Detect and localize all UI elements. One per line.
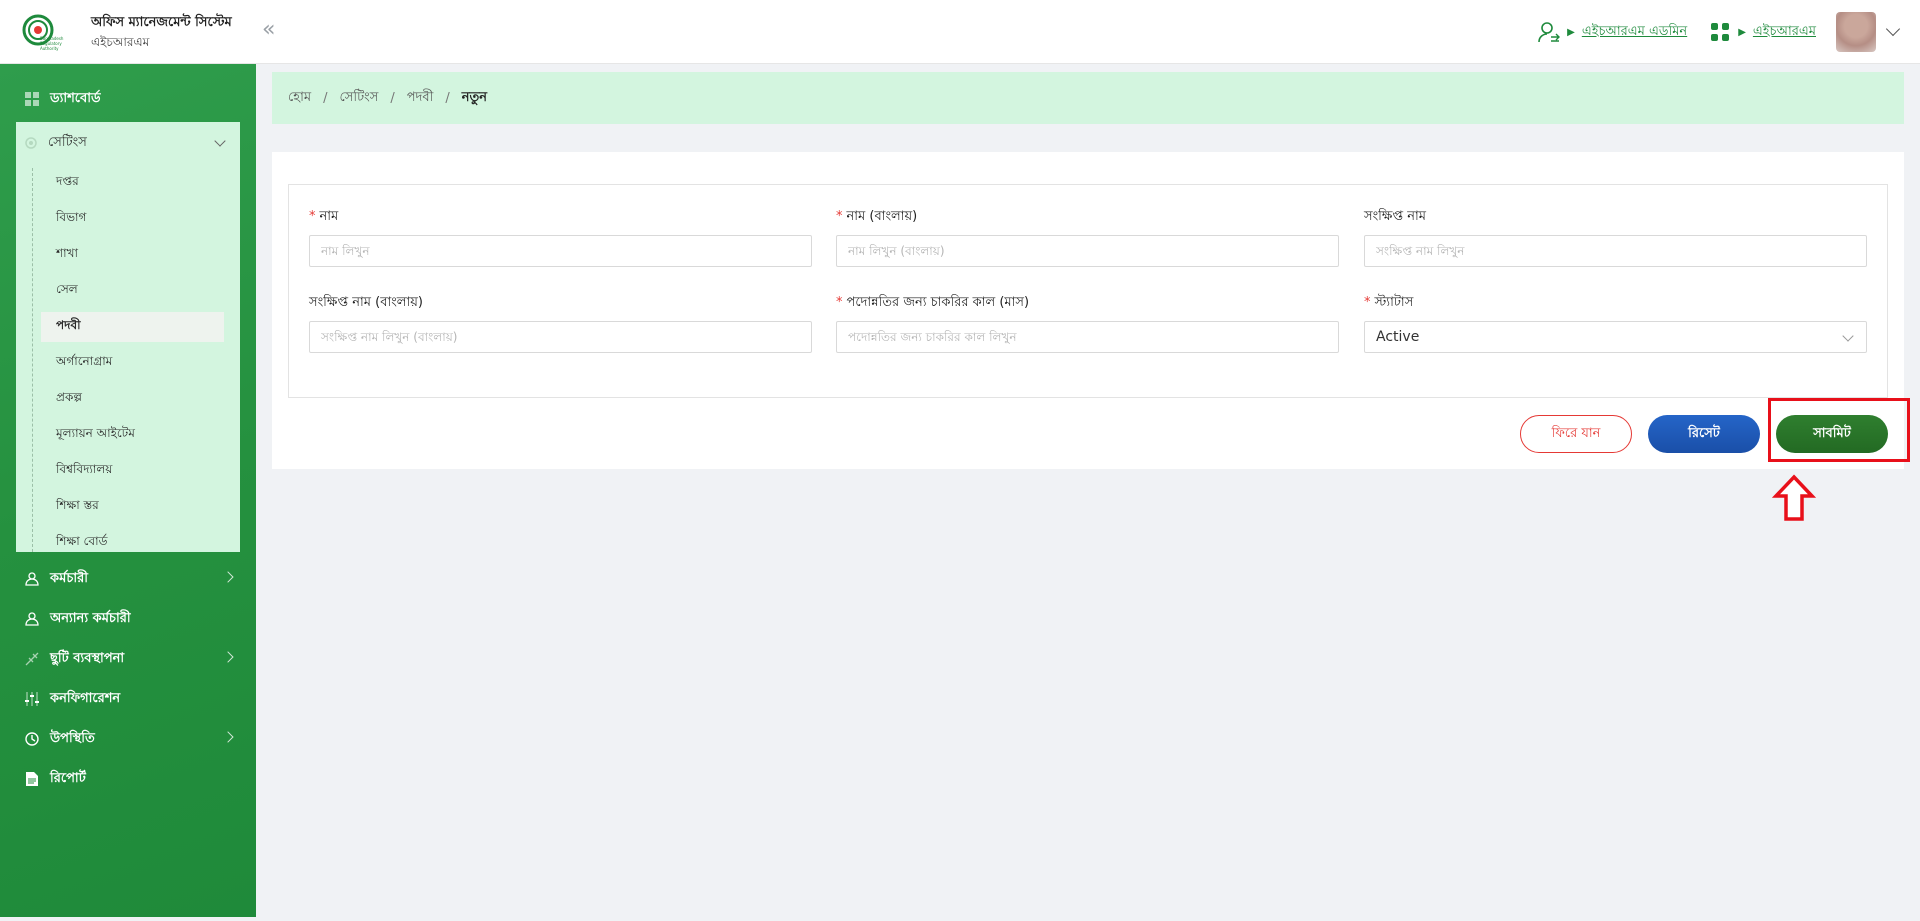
organization-logo[interactable]: Bangladesh Regulatory Authority bbox=[22, 12, 70, 52]
dashboard-icon bbox=[24, 91, 40, 107]
name-label: * নাম bbox=[309, 209, 339, 224]
sidebar-item-label: অন্যান্য কর্মচারী bbox=[50, 610, 131, 626]
sidebar-subitem[interactable]: শাখা bbox=[41, 240, 224, 270]
required-mark: * bbox=[1364, 295, 1371, 310]
short-name-bn-label: সংক্ষিপ্ত নাম (বাংলায়) bbox=[309, 295, 423, 310]
sidebar-subitem[interactable]: দপ্তর bbox=[41, 168, 224, 198]
sidebar-item-configuration[interactable]: কনফিগারেশন bbox=[24, 684, 236, 714]
sidebar-item-settings[interactable]: সেটিংস bbox=[24, 130, 232, 156]
sidebar-subitem[interactable]: মূল্যায়ন আইটেম bbox=[41, 420, 224, 450]
sidebar-item-label: উপস্থিতি bbox=[50, 730, 95, 746]
status-label: * স্ট্যাটাস bbox=[1364, 295, 1414, 310]
short-name-input[interactable] bbox=[1364, 235, 1867, 267]
promotion-period-input[interactable] bbox=[836, 321, 1339, 353]
designation-form: *নাম *নাম (বাংলায়) সংক্ষিপ্ত নাম সংক্ষি… bbox=[288, 184, 1888, 398]
name-input[interactable] bbox=[309, 235, 812, 267]
sidebar-item-label: কনফিগারেশন bbox=[50, 690, 121, 706]
sidebar-item-attendance[interactable]: উপস্থিতি bbox=[24, 724, 236, 754]
submenu-divider bbox=[32, 168, 33, 552]
back-button[interactable]: ফিরে যান bbox=[1520, 415, 1632, 453]
document-icon bbox=[24, 771, 40, 787]
sidebar: ড্যাশবোর্ড সেটিংস দপ্তর বিভাগ শাখা সেল প… bbox=[0, 64, 256, 917]
sidebar-item-employees[interactable]: কর্মচারী bbox=[24, 564, 236, 594]
sidebar-subitem[interactable]: শিক্ষা বোর্ড bbox=[41, 528, 224, 558]
users-icon bbox=[24, 571, 40, 587]
required-mark: * bbox=[836, 209, 843, 224]
status-select[interactable]: Active bbox=[1364, 321, 1867, 353]
breadcrumb-separator: / bbox=[445, 90, 450, 106]
clock-icon bbox=[24, 731, 40, 747]
chevron-down-icon bbox=[214, 135, 226, 147]
name-bn-label: * নাম (বাংলায়) bbox=[836, 209, 918, 224]
breadcrumb-separator: / bbox=[323, 90, 328, 106]
sidebar-subitem[interactable]: প্রকল্প bbox=[41, 384, 224, 414]
header-right: ▶ এইচআরএম এডমিন ▶ এইচআরএম bbox=[1536, 12, 1902, 52]
sidebar-item-leave[interactable]: ছুটি ব্যবস্থাপনা bbox=[24, 644, 236, 674]
sidebar-item-label: সেটিংস bbox=[48, 134, 87, 150]
required-mark: * bbox=[309, 209, 316, 224]
breadcrumb-designation[interactable]: পদবী bbox=[407, 88, 434, 109]
required-mark: * bbox=[836, 295, 843, 310]
form-card: *নাম *নাম (বাংলায়) সংক্ষিপ্ত নাম সংক্ষি… bbox=[272, 152, 1904, 469]
svg-text:Authority: Authority bbox=[40, 46, 59, 51]
up-arrow-annotation-icon bbox=[1772, 474, 1816, 521]
sidebar-item-label: কর্মচারী bbox=[50, 570, 88, 586]
promotion-period-label: * পদোন্নতির জন্য চাকরির কাল (মাস) bbox=[836, 295, 1030, 310]
module-link[interactable]: এইচআরএম bbox=[1753, 22, 1816, 43]
chevron-right-icon bbox=[222, 731, 234, 743]
sidebar-item-report[interactable]: রিপোর্ট bbox=[24, 764, 236, 794]
user-role-link[interactable]: এইচআরএম এডমিন bbox=[1582, 22, 1687, 43]
sliders-icon bbox=[24, 691, 40, 707]
sidebar-item-label: ড্যাশবোর্ড bbox=[50, 90, 101, 106]
breadcrumb-separator: / bbox=[390, 90, 395, 106]
sidebar-subitem[interactable]: বিভাগ bbox=[41, 204, 224, 234]
sidebar-subitem[interactable]: অর্গানোগ্রাম bbox=[41, 348, 224, 378]
short-name-label: সংক্ষিপ্ত নাম bbox=[1364, 209, 1426, 224]
sidebar-subitem-active[interactable]: পদবী bbox=[41, 312, 224, 342]
chevron-right-icon bbox=[222, 571, 234, 583]
plane-icon bbox=[24, 651, 40, 667]
status-select-value: Active bbox=[1376, 329, 1420, 345]
sidebar-item-dashboard[interactable]: ড্যাশবোর্ড bbox=[24, 84, 236, 114]
collapse-sidebar-icon[interactable]: « bbox=[262, 18, 275, 42]
app-subtitle: এইচআরএম bbox=[91, 35, 150, 49]
user-switch-icon[interactable] bbox=[1536, 19, 1562, 45]
name-bn-input[interactable] bbox=[836, 235, 1339, 267]
sidebar-subitem[interactable]: সেল bbox=[41, 276, 224, 306]
breadcrumb-current: নতুন bbox=[461, 89, 488, 105]
breadcrumb: হোম / সেটিংস / পদবী / নতুন bbox=[272, 72, 1904, 124]
short-name-bn-input[interactable] bbox=[309, 321, 812, 353]
chevron-right-icon bbox=[222, 651, 234, 663]
gear-icon bbox=[25, 137, 37, 149]
users-icon bbox=[24, 611, 40, 627]
caret-right-icon: ▶ bbox=[1738, 26, 1746, 38]
sidebar-item-label: রিপোর্ট bbox=[50, 770, 86, 786]
settings-submenu: সেটিংস দপ্তর বিভাগ শাখা সেল পদবী অর্গানো… bbox=[16, 122, 240, 552]
chevron-down-icon bbox=[1842, 330, 1854, 342]
sidebar-subitem[interactable]: বিশ্ববিদ্যালয় bbox=[41, 456, 224, 486]
avatar[interactable] bbox=[1836, 12, 1876, 52]
breadcrumb-home[interactable]: হোম bbox=[288, 88, 311, 109]
sidebar-item-other-employees[interactable]: অন্যান্য কর্মচারী bbox=[24, 604, 236, 634]
top-header: Bangladesh Regulatory Authority অফিস ম্য… bbox=[0, 0, 1920, 64]
submit-highlight-box bbox=[1768, 398, 1910, 462]
reset-button[interactable]: রিসেট bbox=[1648, 415, 1760, 453]
sidebar-subitem[interactable]: শিক্ষা স্তর bbox=[41, 492, 224, 522]
caret-right-icon: ▶ bbox=[1567, 26, 1575, 38]
apps-grid-icon[interactable] bbox=[1707, 19, 1733, 45]
sidebar-item-label: ছুটি ব্যবস্থাপনা bbox=[50, 650, 125, 666]
chevron-down-icon[interactable] bbox=[1885, 21, 1901, 37]
breadcrumb-settings[interactable]: সেটিংস bbox=[339, 88, 378, 109]
app-title: অফিস ম্যানেজমেন্ট সিস্টেম bbox=[91, 15, 232, 30]
